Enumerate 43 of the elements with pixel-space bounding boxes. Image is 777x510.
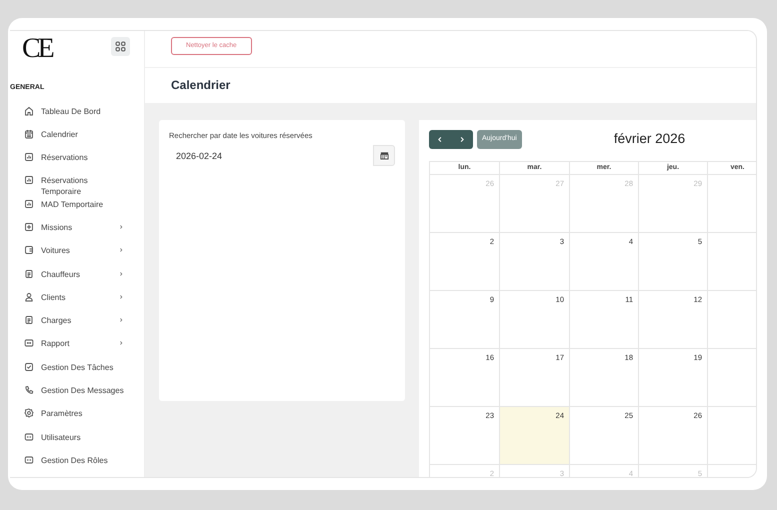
chart-icon <box>24 152 34 162</box>
calendar-button[interactable] <box>373 145 395 166</box>
logo: CE <box>22 35 52 63</box>
sidebar-item[interactable]: Gestion Des Tâches <box>10 362 144 386</box>
report-icon <box>24 338 34 348</box>
sidebar-item[interactable]: MAD Temportaire <box>10 198 144 222</box>
sidebar-item[interactable]: Missions <box>10 222 144 246</box>
check-icon <box>24 362 34 372</box>
page-title: Calendrier <box>171 78 230 92</box>
sidebar-item[interactable]: Voitures <box>10 245 144 269</box>
id-card-icon <box>24 454 34 465</box>
user-icon <box>24 292 34 302</box>
sidebar-item[interactable]: Gestion Des Messages <box>10 385 144 408</box>
sidebar-item[interactable]: Clients <box>10 292 144 316</box>
month-title: février 2026 <box>614 130 686 148</box>
settings-icon <box>24 408 34 418</box>
sidebar-item[interactable]: Charges <box>10 315 144 338</box>
next-button[interactable] <box>451 130 473 149</box>
previous-button[interactable] <box>429 130 451 149</box>
grid-icon <box>115 41 126 52</box>
sidebar-item[interactable]: Réservations Temporaire <box>10 175 144 199</box>
id-card-icon <box>24 432 34 442</box>
sidebar-item[interactable]: Calendrier <box>10 128 144 152</box>
chevron-right-icon <box>459 136 465 143</box>
sidebar-toggle-button[interactable] <box>111 37 130 56</box>
calendar-icon <box>24 128 34 139</box>
chart-icon <box>24 198 34 209</box>
sidebar-item[interactable]: Rapport <box>10 338 144 362</box>
chevron-left-icon <box>437 136 443 143</box>
document-icon <box>24 268 34 279</box>
sidebar-item[interactable]: Chauffeurs <box>10 268 144 292</box>
document-icon <box>24 315 34 326</box>
home-icon <box>24 106 34 116</box>
plus-icon <box>24 222 34 232</box>
sidebar-item[interactable]: Tableau De Bord <box>10 106 144 129</box>
square-icon <box>24 245 34 256</box>
sidebar-item[interactable]: Utilisateurs <box>10 432 144 455</box>
sidebar-item[interactable]: Paramètres <box>10 408 144 432</box>
sidebar-item[interactable]: Gestion Des Rôles <box>10 454 144 477</box>
sidebar-item[interactable]: Réservations <box>10 152 144 176</box>
calendar-icon <box>380 151 388 160</box>
chart-icon <box>24 175 34 186</box>
phone-icon <box>24 385 34 396</box>
